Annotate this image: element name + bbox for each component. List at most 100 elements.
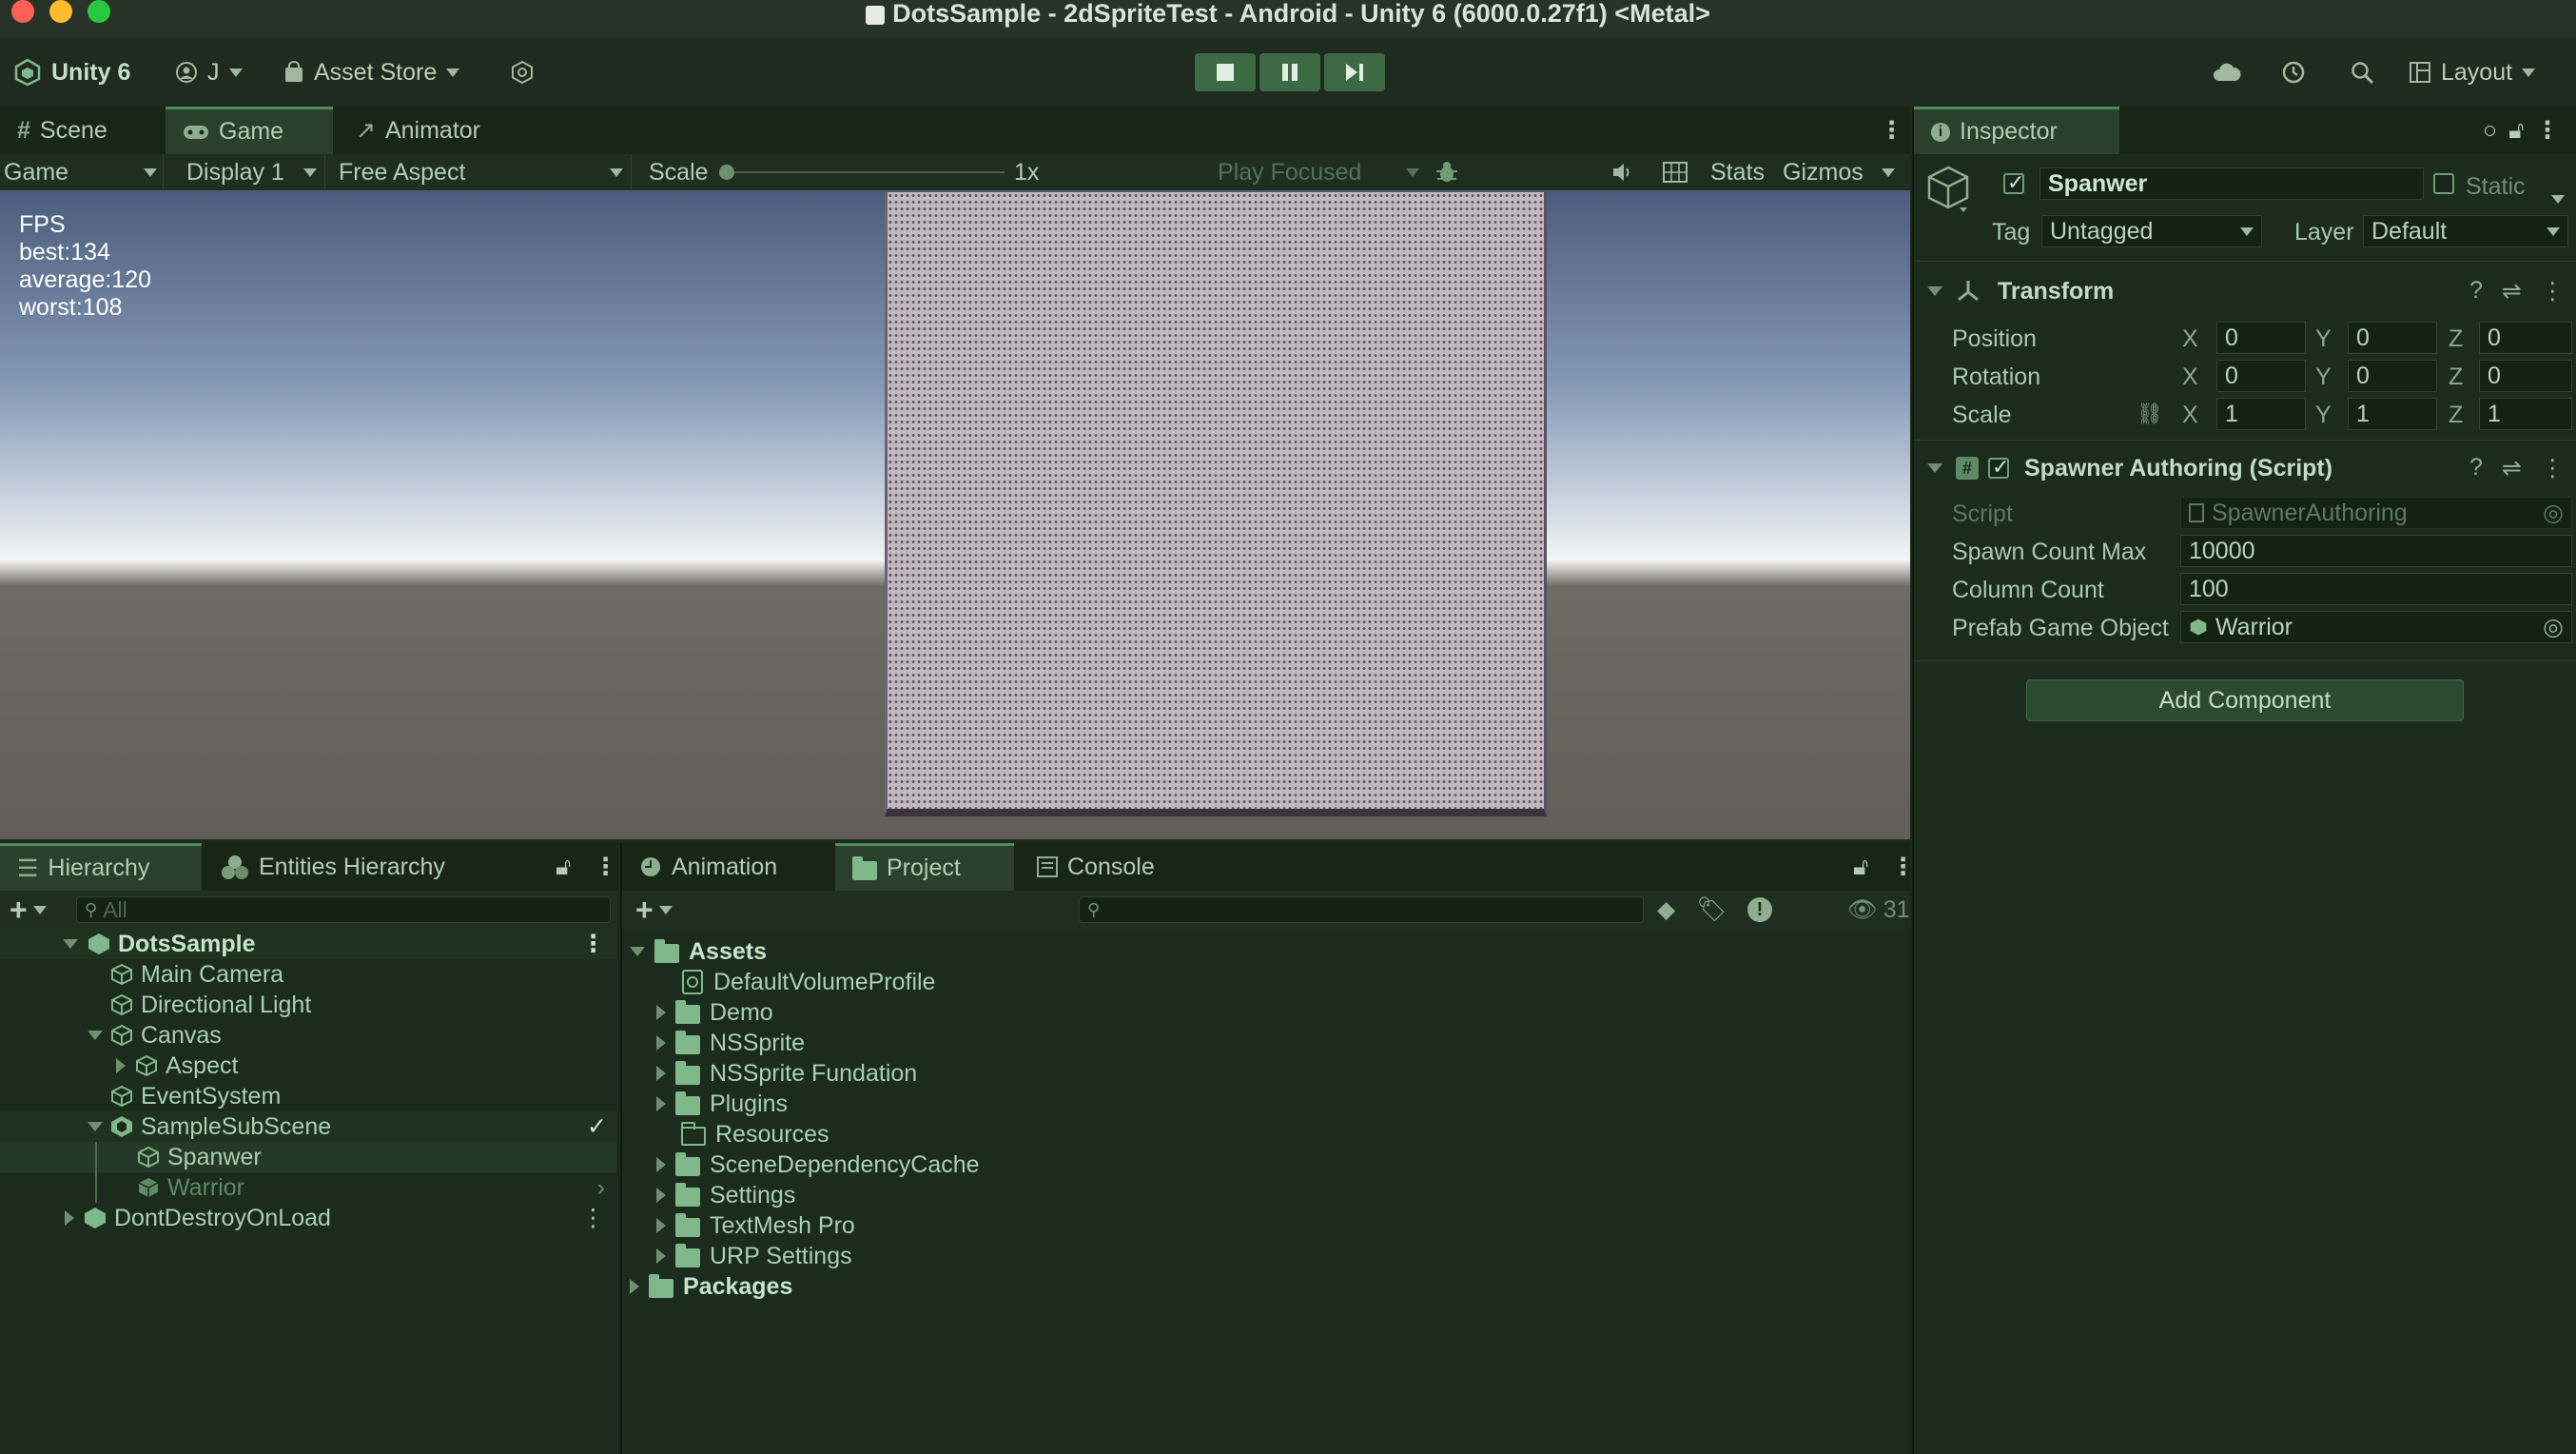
prefab-field[interactable]: Warrior ◎ — [2180, 611, 2572, 643]
list-item[interactable]: URP Settings — [656, 1241, 852, 1271]
play-button[interactable] — [1195, 53, 1256, 91]
aspect-dropdown[interactable]: Free Aspect — [331, 154, 632, 190]
scale-x-field[interactable]: 1 — [2216, 398, 2306, 430]
position-x-field[interactable]: 0 — [2216, 322, 2306, 354]
hidden-packages-toggle[interactable]: 👁︎ 31 — [1847, 891, 1910, 929]
package-settings-button[interactable] — [510, 38, 535, 107]
list-item[interactable]: TextMesh Pro — [656, 1210, 855, 1241]
spawner-component-header[interactable]: # Spawner Authoring (Script) ? ⇌ ⋮ — [1914, 449, 2576, 487]
column-count-field[interactable]: 100 — [2180, 573, 2572, 605]
static-checkbox[interactable] — [2433, 173, 2454, 194]
project-search-input[interactable]: ⚲ — [1079, 896, 1644, 923]
active-checkbox[interactable] — [2003, 170, 2024, 195]
list-item[interactable]: NSSprite Fundation — [656, 1058, 917, 1089]
position-y-field[interactable]: 0 — [2348, 322, 2437, 354]
tab-animation[interactable]: Animation — [622, 843, 794, 891]
object-picker-icon[interactable]: ◎ — [2543, 613, 2564, 641]
list-item[interactable]: DefaultVolumeProfile — [681, 967, 935, 997]
position-z-field[interactable]: 0 — [2479, 322, 2572, 354]
list-item[interactable]: Plugins — [656, 1089, 788, 1119]
step-button[interactable] — [1324, 53, 1385, 91]
mute-audio-button[interactable] — [1611, 154, 1636, 190]
help-icon[interactable]: ? — [2469, 454, 2483, 482]
list-item[interactable]: Settings — [656, 1180, 795, 1210]
spawn-count-field[interactable]: 10000 — [2180, 535, 2572, 567]
list-item[interactable]: SampleSubScene ✓ — [0, 1111, 616, 1142]
list-item[interactable]: Directional Light — [0, 990, 616, 1020]
add-component-button[interactable]: Add Component — [2026, 679, 2464, 721]
play-focused-dropdown[interactable]: Play Focused — [1218, 154, 1419, 190]
gizmos-button[interactable]: Gizmos — [1783, 154, 1864, 190]
constrain-proportions-icon[interactable]: ⛓︎ — [2137, 402, 2163, 426]
list-item[interactable]: Canvas — [0, 1020, 616, 1051]
object-name-field[interactable]: Spanwer — [2039, 167, 2424, 200]
create-asset-button[interactable]: + — [635, 891, 673, 929]
list-item[interactable]: SceneDependencyCache — [656, 1149, 980, 1180]
kebab-menu-icon[interactable]: ⋮ — [2535, 116, 2559, 145]
stats-button[interactable]: Stats — [1710, 154, 1765, 190]
display-dropdown[interactable]: Display 1 — [171, 154, 325, 190]
rotation-x-field[interactable]: 0 — [2216, 360, 2306, 392]
rotation-z-field[interactable]: 0 — [2479, 360, 2572, 392]
unity-account-menu[interactable]: Unity 6 — [13, 38, 130, 107]
debug-button[interactable] — [1434, 154, 1459, 190]
list-item[interactable]: Demo — [656, 997, 773, 1028]
game-viewport[interactable]: FPS best:134 average:120 worst:108 — [0, 190, 1910, 839]
list-item[interactable]: Packages — [630, 1271, 792, 1302]
lock-icon[interactable]: 🔓︎ — [2508, 117, 2524, 145]
warning-icon[interactable]: ! — [1747, 897, 1772, 922]
tab-game[interactable]: Game — [166, 107, 333, 154]
chevron-right-icon[interactable]: › — [597, 1174, 605, 1202]
create-button[interactable]: + — [10, 891, 47, 929]
scale-slider[interactable] — [719, 154, 1005, 190]
list-item[interactable]: Resources — [681, 1119, 829, 1149]
tab-inspector[interactable]: i Inspector — [1914, 107, 2119, 154]
cloud-button[interactable] — [2213, 38, 2241, 107]
asset-store-dropdown[interactable]: Asset Store — [283, 38, 460, 107]
tab-console[interactable]: Console — [1020, 843, 1172, 891]
list-item[interactable]: Assets — [630, 936, 767, 967]
pause-button[interactable] — [1259, 53, 1320, 91]
component-enabled-checkbox[interactable] — [1988, 455, 2009, 480]
slider-thumb[interactable] — [719, 165, 734, 180]
debug-mode-icon[interactable]: ○ — [2483, 117, 2497, 145]
help-icon[interactable]: ? — [2469, 277, 2483, 305]
list-item[interactable]: Spanwer — [0, 1142, 616, 1203]
hierarchy-search-input[interactable]: ⚲ All — [76, 896, 611, 923]
tab-entities-hierarchy[interactable]: Entities Hierarchy — [204, 843, 462, 891]
list-item[interactable]: DontDestroyOnLoad ⋮ — [0, 1203, 616, 1233]
list-item[interactable]: DotsSample ⋮ — [0, 929, 616, 959]
account-dropdown[interactable]: J — [175, 38, 243, 107]
tab-hierarchy[interactable]: ☰ Hierarchy — [0, 843, 202, 891]
kebab-menu-icon[interactable]: ⋮ — [2541, 454, 2565, 482]
chevron-right-icon — [656, 1096, 666, 1111]
user-icon — [175, 61, 198, 84]
preset-icon[interactable]: ⇌ — [2502, 277, 2522, 305]
game-mode-dropdown[interactable]: Game — [4, 154, 164, 190]
list-item[interactable]: Main Camera — [0, 959, 616, 990]
tab-scene[interactable]: # Scene — [0, 107, 125, 154]
rotation-y-field[interactable]: 0 — [2348, 360, 2437, 392]
preset-icon[interactable]: ⇌ — [2502, 454, 2522, 482]
list-item[interactable]: Warrior › — [0, 1172, 616, 1203]
tag-dropdown[interactable]: Untagged — [2041, 215, 2262, 247]
list-item[interactable]: EventSystem — [0, 1081, 616, 1111]
tab-animator[interactable]: ↗ Animator — [339, 107, 498, 154]
history-button[interactable] — [2281, 38, 2306, 107]
list-item[interactable]: NSSprite — [656, 1028, 805, 1058]
filter-type-icon[interactable]: ◆ — [1657, 895, 1675, 924]
search-button[interactable] — [2350, 38, 2374, 107]
kebab-menu-icon[interactable]: ⋮ — [2541, 277, 2565, 305]
scale-z-field[interactable]: 1 — [2479, 398, 2572, 430]
layer-dropdown[interactable]: Default — [2363, 215, 2568, 247]
scale-y-field[interactable]: 1 — [2348, 398, 2437, 430]
static-dropdown[interactable] — [2551, 183, 2565, 210]
layout-dropdown[interactable]: Layout — [2409, 38, 2536, 107]
list-item[interactable]: Aspect — [0, 1051, 616, 1081]
filter-label-icon[interactable]: 🏷︎ — [1696, 896, 1727, 924]
gizmos-dropdown[interactable] — [1882, 154, 1895, 190]
checkmark-icon[interactable]: ✓ — [587, 1112, 607, 1141]
transform-component-header[interactable]: Transform ? ⇌ ⋮ — [1914, 272, 2576, 310]
tab-project[interactable]: Project — [835, 843, 1014, 891]
grid-button[interactable] — [1663, 154, 1688, 190]
